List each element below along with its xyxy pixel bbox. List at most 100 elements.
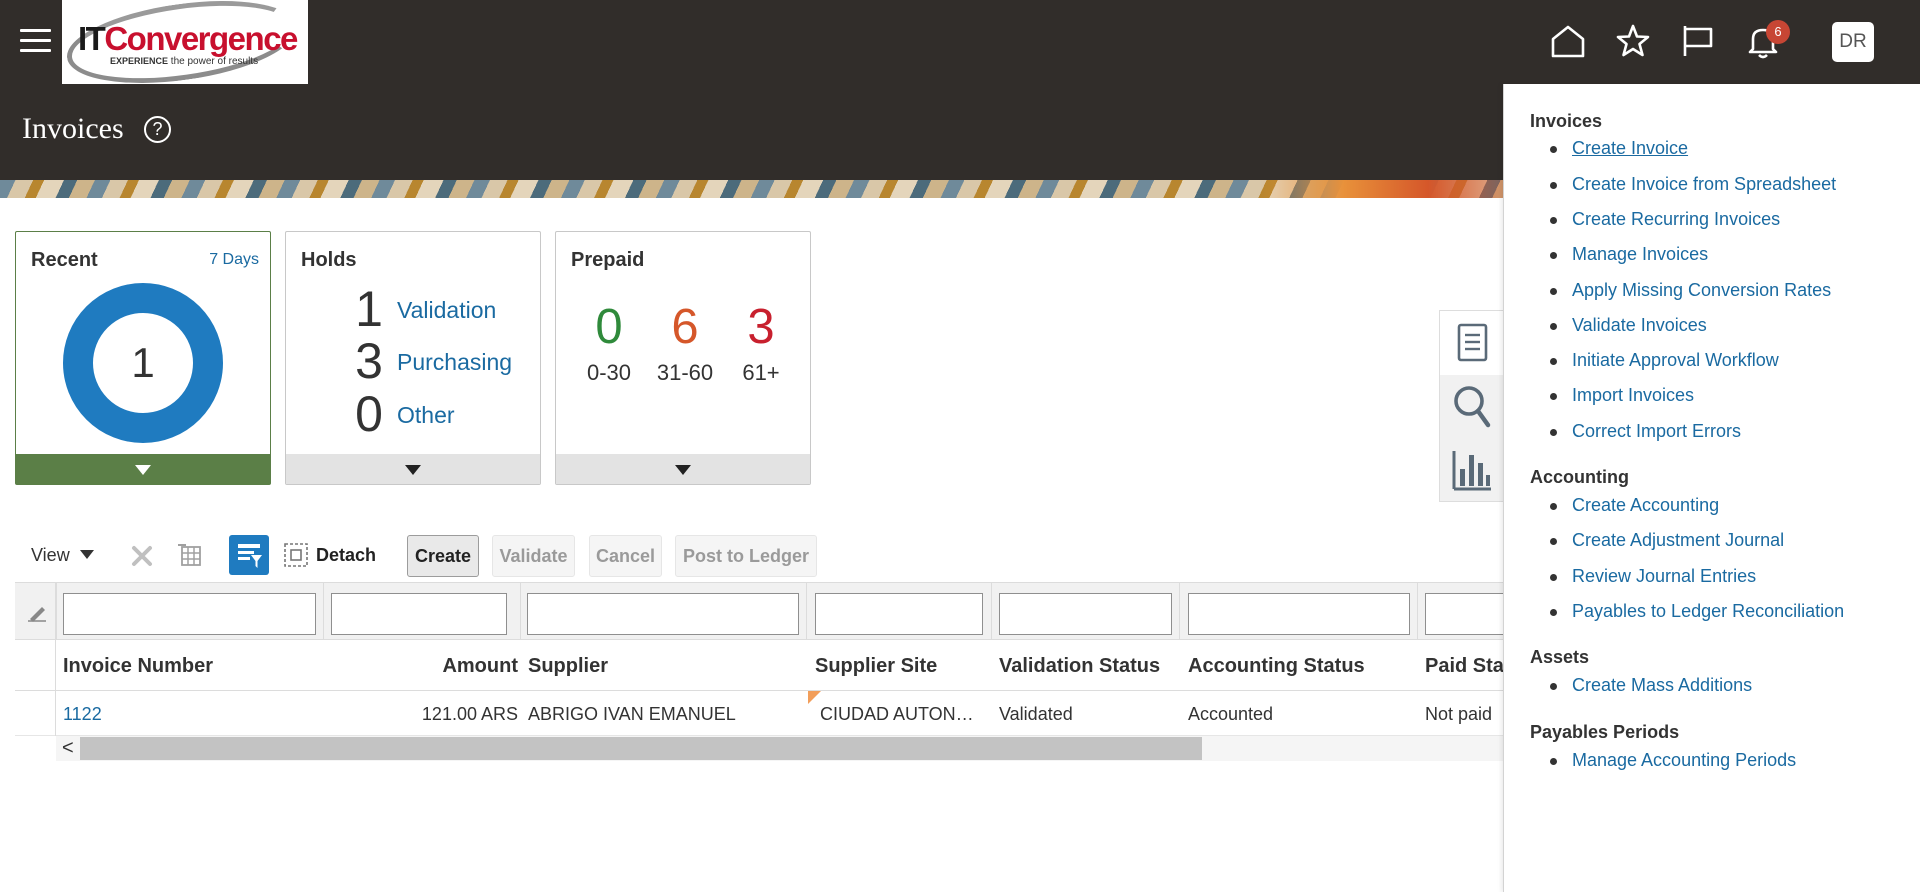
task-group-title-assets: Assets: [1530, 647, 1590, 667]
prepaid-bucket: 6 31-60: [650, 302, 720, 386]
query-by-example-button[interactable]: [229, 535, 269, 575]
task-payables-to-ledger-reconciliation[interactable]: Payables to Ledger Reconciliation: [1549, 601, 1844, 622]
validate-button[interactable]: Validate: [492, 535, 575, 577]
task-correct-import-errors[interactable]: Correct Import Errors: [1549, 421, 1741, 442]
detach-button[interactable]: Detach: [283, 542, 376, 573]
hold-row-validation: 1 Validation: [338, 284, 538, 334]
post-to-ledger-button[interactable]: Post to Ledger: [675, 535, 817, 577]
panel-drawer-tabs: [1439, 310, 1505, 503]
column-header-validation-status[interactable]: Validation Status: [999, 655, 1160, 678]
table-row[interactable]: 1122 121.00 ARS ABRIGO IVAN EMANUEL CIUD…: [15, 691, 1505, 736]
task-create-invoice-from-spreadsheet[interactable]: Create Invoice from Spreadsheet: [1549, 174, 1836, 195]
chevron-down-icon: [675, 465, 691, 475]
search-icon: [1454, 386, 1491, 428]
horizontal-scrollbar[interactable]: <: [56, 736, 1505, 761]
scroll-left-icon[interactable]: <: [62, 737, 74, 760]
delete-icon[interactable]: [129, 543, 155, 569]
task-validate-invoices[interactable]: Validate Invoices: [1550, 315, 1707, 336]
export-to-spreadsheet-icon[interactable]: [176, 541, 204, 569]
amount-cell: 121.00 ARS: [421, 704, 518, 724]
prepaid-count-31-60[interactable]: 6: [650, 302, 720, 352]
table-header-row: Invoice Number Amount Supplier Supplier …: [15, 640, 1505, 691]
task-manage-invoices[interactable]: Manage Invoices: [1549, 244, 1708, 265]
task-import-invoices[interactable]: Import Invoices: [1549, 385, 1694, 406]
filter-accounting-status[interactable]: [1188, 593, 1410, 635]
holds-expand-button[interactable]: [286, 454, 540, 484]
tasks-tab[interactable]: [1440, 311, 1505, 375]
prepaid-bucket: 3 61+: [726, 302, 796, 386]
home-icon[interactable]: [1549, 22, 1587, 60]
row-selector-gutter: [15, 582, 56, 736]
task-review-journal-entries[interactable]: Review Journal Entries: [1549, 566, 1756, 587]
paid-status-cell: Not paid: [1425, 704, 1493, 724]
prepaid-bucket: 0 0-30: [574, 302, 644, 386]
reports-icon: [1452, 451, 1491, 491]
notification-count-badge[interactable]: 6: [1766, 20, 1790, 44]
column-divider: [56, 583, 57, 641]
recent-infolet: Recent 7 Days 1: [15, 231, 271, 485]
star-icon[interactable]: [1614, 22, 1652, 60]
validation-status-cell: Validated: [999, 704, 1073, 724]
task-create-invoice[interactable]: Create Invoice: [1549, 138, 1688, 159]
task-create-mass-additions[interactable]: Create Mass Additions: [1549, 675, 1752, 696]
scrollbar-thumb[interactable]: [80, 737, 1202, 760]
filter-invoice-number[interactable]: [63, 593, 316, 635]
hold-row-purchasing: 3 Purchasing: [338, 336, 538, 386]
cancel-button[interactable]: Cancel: [589, 535, 662, 577]
task-manage-accounting-periods[interactable]: Manage Accounting Periods: [1549, 750, 1796, 771]
hold-link-purchasing[interactable]: Purchasing: [397, 349, 512, 376]
filter-amount[interactable]: [331, 593, 507, 635]
hold-link-validation[interactable]: Validation: [397, 297, 496, 324]
search-tab[interactable]: [1440, 375, 1505, 439]
view-menu-label: View: [31, 545, 70, 565]
global-header: ITConvergence EXPERIENCE the power of re…: [0, 0, 1920, 84]
task-create-recurring-invoices[interactable]: Create Recurring Invoices: [1549, 209, 1780, 230]
task-initiate-approval-workflow[interactable]: Initiate Approval Workflow: [1550, 350, 1779, 371]
flag-icon[interactable]: [1679, 22, 1717, 60]
filter-paid-status[interactable]: [1425, 593, 1505, 635]
user-avatar[interactable]: DR: [1832, 22, 1874, 62]
company-logo[interactable]: ITConvergence EXPERIENCE the power of re…: [62, 0, 308, 84]
filter-supplier-site[interactable]: [815, 593, 983, 635]
task-create-accounting[interactable]: Create Accounting: [1549, 495, 1719, 516]
holds-infolet-title: Holds: [301, 249, 357, 271]
hold-count: 0: [355, 386, 383, 442]
chevron-down-icon: [135, 465, 151, 475]
column-header-amount[interactable]: Amount: [442, 655, 518, 678]
prepaid-expand-button[interactable]: [556, 454, 810, 484]
page-title: Invoices: [22, 112, 124, 145]
column-divider: [520, 583, 521, 641]
help-icon[interactable]: ?: [144, 116, 171, 143]
supplier-cell: ABRIGO IVAN EMANUEL: [528, 704, 736, 724]
detach-label: Detach: [316, 545, 377, 565]
hold-link-other[interactable]: Other: [397, 402, 455, 429]
prepaid-range-label: 31-60: [656, 360, 714, 385]
create-button[interactable]: Create: [407, 535, 479, 577]
column-divider: [1417, 583, 1418, 641]
task-create-adjustment-journal[interactable]: Create Adjustment Journal: [1549, 530, 1784, 551]
column-header-supplier-site[interactable]: Supplier Site: [815, 655, 937, 678]
recent-expand-button[interactable]: [16, 454, 270, 484]
prepaid-range-label: 61+: [742, 360, 780, 385]
hamburger-menu-icon[interactable]: [20, 29, 51, 53]
invoice-number-link[interactable]: 1122: [63, 704, 102, 725]
recent-count: 1: [131, 339, 155, 386]
prepaid-count-0-30[interactable]: 0: [574, 302, 644, 352]
column-header-accounting-status[interactable]: Accounting Status: [1188, 655, 1365, 678]
recent-days-filter[interactable]: 7 Days: [209, 251, 259, 269]
filter-supplier[interactable]: [527, 593, 799, 635]
task-group-title-invoices: Invoices: [1530, 111, 1603, 131]
query-by-example-row: [15, 582, 1505, 641]
recent-count-donut[interactable]: 1: [63, 283, 223, 443]
column-header-invoice-number[interactable]: Invoice Number: [63, 655, 213, 678]
filter-validation-status[interactable]: [999, 593, 1172, 635]
prepaid-count-61-plus[interactable]: 3: [726, 302, 796, 352]
detach-icon: [284, 543, 308, 567]
chevron-down-icon: [79, 550, 94, 559]
view-menu[interactable]: View: [31, 545, 94, 566]
task-group-title-accounting: Accounting: [1530, 467, 1629, 487]
reports-tab[interactable]: [1440, 439, 1505, 503]
column-header-paid-status[interactable]: Paid Sta: [1425, 655, 1504, 678]
task-apply-missing-conversion-rates[interactable]: Apply Missing Conversion Rates: [1549, 280, 1831, 301]
column-header-supplier[interactable]: Supplier: [528, 655, 608, 678]
